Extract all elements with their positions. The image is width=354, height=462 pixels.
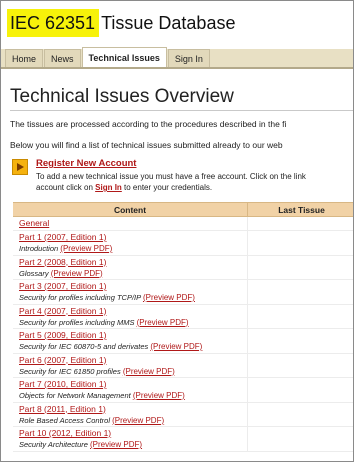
last-tissue-cell	[248, 256, 353, 280]
title-divider	[10, 110, 353, 111]
preview-pdf-link[interactable]: (Preview PDF)	[123, 367, 175, 376]
tab-home[interactable]: Home	[5, 49, 44, 67]
arrow-glyph	[17, 163, 24, 171]
part-description: Security for profiles including MMS (Pre…	[19, 317, 247, 328]
part-description: Objects for Network Management (Preview …	[19, 390, 247, 401]
content-cell: Part 1 (2007, Edition 1) Introduction (P…	[13, 231, 248, 255]
last-tissue-cell	[248, 378, 353, 402]
register-description: To add a new technical issue you must ha…	[36, 171, 353, 193]
register-desc-line1: To add a new technical issue you must ha…	[36, 172, 306, 181]
preview-pdf-link[interactable]: (Preview PDF)	[90, 440, 142, 449]
part-link[interactable]: Part 10 (2012, Edition 1)	[19, 428, 247, 439]
content-cell: Part 8 (2011, Edition 1) Role Based Acce…	[13, 402, 248, 426]
table-row: Part 3 (2007, Edition 1) Security for pr…	[13, 280, 353, 305]
part-link[interactable]: Part 8 (2011, Edition 1)	[19, 404, 247, 415]
page-frame: IEC 62351 Tissue Database Home News Tech…	[0, 0, 354, 462]
site-title: Tissue Database	[101, 13, 236, 33]
register-desc-line2-post: to enter your credentials.	[121, 183, 213, 192]
intro-text-2: Below you will find a list of technical …	[10, 140, 283, 150]
last-tissue-cell	[248, 354, 353, 378]
content-cell: Part 10 (2012, Edition 1) Security Archi…	[13, 427, 248, 451]
preview-pdf-link[interactable]: (Preview PDF)	[51, 269, 103, 278]
table-row: Part 6 (2007, Edition 1) Security for IE…	[13, 353, 353, 378]
part-link[interactable]: Part 4 (2007, Edition 1)	[19, 306, 247, 317]
part-description: Security Architecture (Preview PDF)	[19, 439, 247, 450]
preview-pdf-link[interactable]: (Preview PDF)	[143, 293, 195, 302]
nav-bar: Home News Technical Issues Sign In	[1, 47, 353, 69]
part-link[interactable]: Part 5 (2009, Edition 1)	[19, 330, 247, 341]
preview-pdf-link[interactable]: (Preview PDF)	[112, 416, 164, 425]
column-header-last-tissue: Last Tissue	[278, 205, 325, 215]
preview-pdf-link[interactable]: (Preview PDF)	[150, 342, 202, 351]
site-title-highlight: IEC 62351	[7, 9, 100, 37]
content-cell: Part 6 (2007, Edition 1) Security for IE…	[13, 353, 248, 377]
table-row: Part 7 (2010, Edition 1) Objects for Net…	[13, 378, 353, 403]
preview-pdf-link[interactable]: (Preview PDF)	[133, 391, 185, 400]
arrow-right-icon	[12, 159, 28, 175]
general-link[interactable]: General	[19, 218, 247, 229]
last-tissue-cell	[248, 427, 353, 451]
table-row: Part 1 (2007, Edition 1) Introduction (P…	[13, 231, 353, 256]
part-desc-text: Glossary	[19, 268, 49, 278]
intro-text-1: The tissues are processed according to t…	[10, 119, 287, 129]
sign-in-link[interactable]: Sign In	[95, 183, 122, 192]
tab-sign-in[interactable]: Sign In	[167, 49, 210, 67]
last-tissue-cell	[248, 217, 353, 230]
last-tissue-cell	[248, 403, 353, 427]
content-cell: General	[13, 217, 248, 230]
part-desc-text: Security for profiles including MMS	[19, 317, 135, 327]
part-description: Introduction (Preview PDF)	[19, 243, 247, 254]
table-row: Part 2 (2008, Edition 1) Glossary (Previ…	[13, 255, 353, 280]
register-new-account-link[interactable]: Register New Account	[36, 158, 136, 169]
part-description: Security for IEC 61850 profiles (Preview…	[19, 366, 247, 377]
part-desc-text: Role Based Access Control	[19, 415, 111, 425]
last-tissue-cell	[248, 280, 353, 304]
register-desc-line2-pre: account click on	[36, 183, 96, 192]
part-description: Role Based Access Control (Preview PDF)	[19, 415, 247, 426]
content-cell: Part 3 (2007, Edition 1) Security for pr…	[13, 280, 248, 304]
table-row: Part 10 (2012, Edition 1) Security Archi…	[13, 427, 353, 452]
table-row: Part 4 (2007, Edition 1) Security for pr…	[13, 304, 353, 329]
preview-pdf-link[interactable]: (Preview PDF)	[137, 318, 189, 327]
tab-technical-issues[interactable]: Technical Issues	[81, 47, 167, 67]
part-link[interactable]: Part 1 (2007, Edition 1)	[19, 232, 247, 243]
part-desc-text: Objects for Network Management	[19, 391, 131, 400]
page-title: Technical Issues Overview	[10, 86, 234, 107]
content-cell: Part 7 (2010, Edition 1) Objects for Net…	[13, 378, 248, 402]
table-row: Part 5 (2009, Edition 1) Security for IE…	[13, 329, 353, 354]
site-header: IEC 62351 Tissue Database	[1, 1, 353, 45]
part-link[interactable]: Part 3 (2007, Edition 1)	[19, 281, 247, 292]
table-row: General	[13, 217, 353, 231]
preview-pdf-link[interactable]: (Preview PDF)	[60, 244, 112, 253]
content-cell: Part 4 (2007, Edition 1) Security for pr…	[13, 304, 248, 328]
part-desc-text: Security Architecture	[19, 440, 88, 449]
content-cell: Part 5 (2009, Edition 1) Security for IE…	[13, 329, 248, 353]
part-link[interactable]: Part 2 (2008, Edition 1)	[19, 257, 247, 268]
part-link[interactable]: Part 6 (2007, Edition 1)	[19, 355, 247, 366]
part-description: Security for profiles including TCP/IP (…	[19, 292, 247, 303]
last-tissue-cell	[248, 231, 353, 255]
table-row: Part 8 (2011, Edition 1) Role Based Acce…	[13, 402, 353, 427]
table-header: Content Last Tissue	[13, 202, 353, 217]
part-description: Security for IEC 60870-5 and derivates (…	[19, 341, 247, 352]
last-tissue-cell	[248, 329, 353, 353]
last-tissue-cell	[248, 305, 353, 329]
column-header-content: Content	[13, 203, 248, 216]
part-link[interactable]: Part 7 (2010, Edition 1)	[19, 379, 247, 390]
tab-news[interactable]: News	[44, 49, 81, 67]
part-description: Glossary (Preview PDF)	[19, 268, 247, 279]
part-desc-text: Security for IEC 61850 profiles	[19, 366, 121, 376]
content-cell: Part 2 (2008, Edition 1) Glossary (Previ…	[13, 255, 248, 279]
part-desc-text: Security for profiles including TCP/IP	[19, 293, 141, 302]
technical-issues-table: Content Last Tissue General Part 1 (2007…	[13, 202, 353, 452]
part-desc-text: Security for IEC 60870-5 and derivates	[19, 342, 149, 351]
part-desc-text: Introduction	[19, 244, 59, 253]
